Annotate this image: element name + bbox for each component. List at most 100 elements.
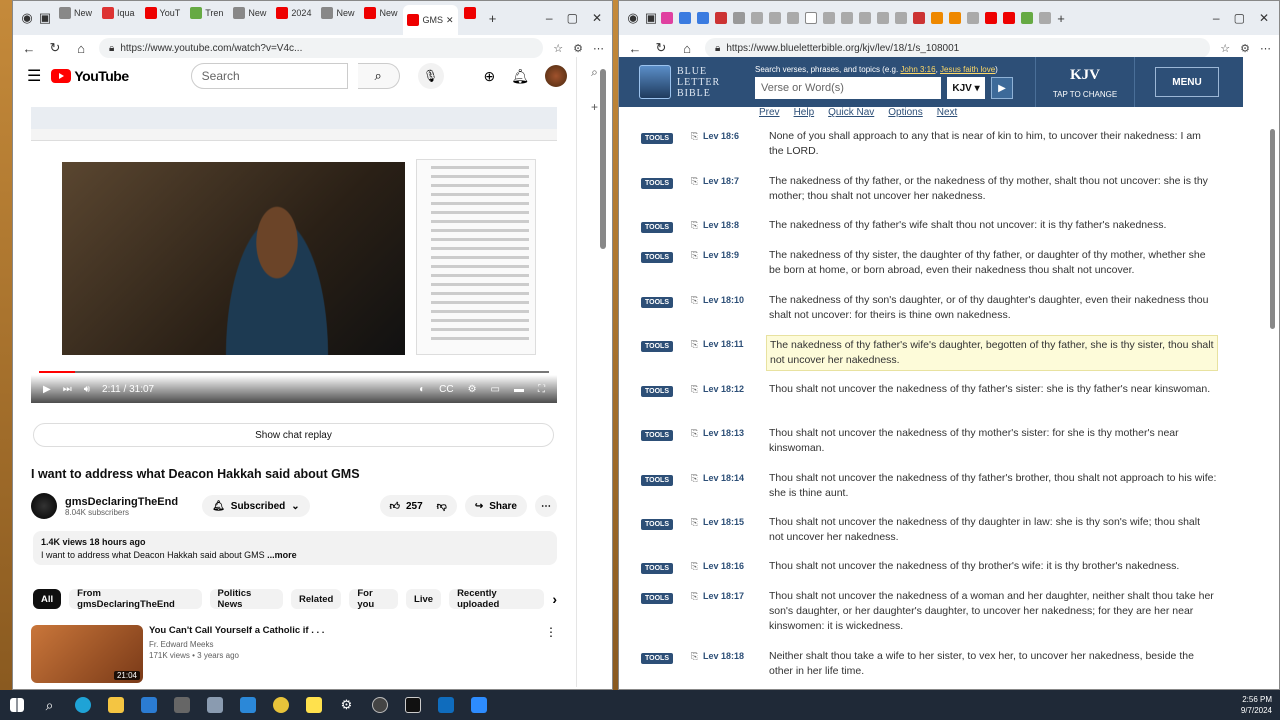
copy-icon[interactable]: ⎘ <box>691 473 698 484</box>
back-icon-right[interactable]: ← <box>627 41 643 56</box>
extensions-icon-right[interactable]: ⚙ <box>1240 42 1250 55</box>
verse-reference[interactable]: Lev 18:9 <box>703 250 739 260</box>
browser-tab-favicon-icon[interactable] <box>877 12 889 24</box>
clock-app-icon[interactable] <box>363 690 396 720</box>
verse-reference[interactable]: Lev 18:12 <box>703 384 744 394</box>
tools-button[interactable]: TOOLS <box>641 252 673 263</box>
browser-tab-favicon-icon[interactable] <box>769 12 781 24</box>
camera-icon[interactable] <box>165 690 198 720</box>
verse-reference[interactable]: Lev 18:6 <box>703 131 739 141</box>
filter-chip[interactable]: Recently uploaded <box>449 588 545 610</box>
browser-tab-favicon-icon[interactable] <box>823 12 835 24</box>
browser-tab[interactable]: New <box>317 1 358 25</box>
profile-icon-right[interactable]: ◉ <box>625 10 641 26</box>
voice-search-icon[interactable]: 🎙︎ <box>417 63 444 89</box>
browser-tab-favicon-icon[interactable] <box>949 12 961 24</box>
tools-button[interactable]: TOOLS <box>641 133 673 144</box>
calculator-icon[interactable] <box>198 690 231 720</box>
browser-tab-favicon-icon[interactable] <box>913 12 925 24</box>
minimize-icon[interactable]: – <box>546 11 553 25</box>
verse-reference[interactable]: Lev 18:14 <box>703 473 744 483</box>
create-icon[interactable]: ⊕ <box>483 68 495 85</box>
play-icon[interactable]: ▶ <box>43 384 51 395</box>
more-icon[interactable]: ⋯ <box>593 42 604 55</box>
copy-icon[interactable]: ⎘ <box>691 250 698 261</box>
hamburger-menu-icon[interactable]: ☰ <box>27 66 41 86</box>
verse-search-input[interactable]: Verse or Word(s) <box>755 77 941 99</box>
browser-tab[interactable]: GMS ✕ <box>403 5 458 35</box>
mail-icon[interactable] <box>132 690 165 720</box>
sidebar-add-icon[interactable]: + <box>577 100 612 114</box>
copy-icon[interactable]: ⎘ <box>691 176 698 187</box>
nav-link-next[interactable]: Next <box>937 107 958 121</box>
more-icon-right[interactable]: ⋯ <box>1260 42 1271 55</box>
favorite-icon[interactable]: ☆ <box>553 42 563 55</box>
verse-reference[interactable]: Lev 18:7 <box>703 176 739 186</box>
tools-button[interactable]: TOOLS <box>641 386 673 397</box>
tools-button[interactable]: TOOLS <box>641 475 673 486</box>
profile-icon[interactable]: ◉ <box>19 10 35 26</box>
copy-icon[interactable]: ⎘ <box>691 220 698 231</box>
start-button[interactable] <box>0 690 33 720</box>
tools-button[interactable]: TOOLS <box>641 178 673 189</box>
browser-tab[interactable]: YouT <box>141 1 185 25</box>
notifications-bell-icon[interactable]: 🔔︎ <box>511 68 529 85</box>
filter-chip[interactable]: Related <box>291 589 342 609</box>
taskbar-search-icon[interactable]: ⌕ <box>33 690 66 720</box>
browser-tab[interactable]: New <box>360 1 401 25</box>
theater-icon[interactable]: ▬ <box>514 384 524 395</box>
share-button[interactable]: ↪ Share <box>464 495 527 517</box>
youtube-logo[interactable]: YouTube <box>51 68 129 84</box>
tools-button[interactable]: TOOLS <box>641 341 673 352</box>
filter-chip[interactable]: Live <box>406 589 442 609</box>
file-explorer-icon[interactable] <box>99 690 132 720</box>
refresh-icon[interactable]: ↻ <box>47 40 63 56</box>
browser-tab-favicon-icon[interactable] <box>859 12 871 24</box>
copy-icon[interactable]: ⎘ <box>691 384 698 395</box>
search-input[interactable]: Search <box>190 63 348 89</box>
chrome-icon[interactable] <box>264 690 297 720</box>
browser-tab-favicon-icon[interactable] <box>697 12 709 24</box>
browser-tab[interactable] <box>460 1 483 25</box>
calendar-icon[interactable] <box>231 690 264 720</box>
verse-reference[interactable]: Lev 18:13 <box>703 428 744 438</box>
description-box[interactable]: 1.4K views 18 hours ago I want to addres… <box>33 531 557 565</box>
edge-icon[interactable] <box>66 690 99 720</box>
search-go-button[interactable]: ▶ <box>991 77 1013 99</box>
show-chat-replay-button[interactable]: Show chat replay <box>33 423 554 447</box>
more-actions-button[interactable]: ⋯ <box>535 495 557 517</box>
account-avatar[interactable] <box>545 65 567 87</box>
scrollbar[interactable] <box>600 69 606 249</box>
extensions-icon[interactable]: ⚙ <box>573 42 583 55</box>
new-tab-icon[interactable]: + <box>485 11 501 26</box>
close-window-icon-right[interactable]: ✕ <box>1259 11 1269 25</box>
like-button[interactable]: 👍︎ 257 👎︎ <box>379 495 457 517</box>
nav-link-options[interactable]: Options <box>888 107 922 121</box>
nav-link-help[interactable]: Help <box>794 107 815 121</box>
tools-button[interactable]: TOOLS <box>641 653 673 664</box>
browser-tab-favicon-icon[interactable] <box>733 12 745 24</box>
volume-icon[interactable]: 🔊︎ <box>84 384 90 395</box>
nav-link-prev[interactable]: Prev <box>759 107 780 121</box>
copy-icon[interactable]: ⎘ <box>691 651 698 662</box>
version-tap-to-change[interactable]: KJV TAP TO CHANGE <box>1035 57 1135 107</box>
browser-tab-favicon-icon[interactable] <box>967 12 979 24</box>
next-icon[interactable]: ⏭ <box>63 384 72 395</box>
browser-tab-favicon-icon[interactable] <box>1003 12 1015 24</box>
progress-bar[interactable] <box>39 371 549 373</box>
scrollbar-right[interactable] <box>1270 129 1275 329</box>
browser-tab-favicon-icon[interactable] <box>895 12 907 24</box>
zoom-icon[interactable] <box>462 690 495 720</box>
sidebar-search-icon[interactable]: ⌕ <box>577 65 612 80</box>
nav-link-quick-nav[interactable]: Quick Nav <box>828 107 874 121</box>
tools-button[interactable]: TOOLS <box>641 519 673 530</box>
verse-reference[interactable]: Lev 18:8 <box>703 220 739 230</box>
browser-tab-favicon-icon[interactable] <box>679 12 691 24</box>
recommended-thumbnail[interactable]: 21:04 <box>31 625 143 683</box>
browser-tab-favicon-icon[interactable] <box>805 12 817 24</box>
tab-actions-icon[interactable]: ▣ <box>37 10 53 26</box>
tools-button[interactable]: TOOLS <box>641 593 673 604</box>
tools-button[interactable]: TOOLS <box>641 222 673 233</box>
filter-chip[interactable]: From gmsDeclaringTheEnd <box>69 588 202 610</box>
miniplayer-icon[interactable]: ▭ <box>491 384 500 395</box>
